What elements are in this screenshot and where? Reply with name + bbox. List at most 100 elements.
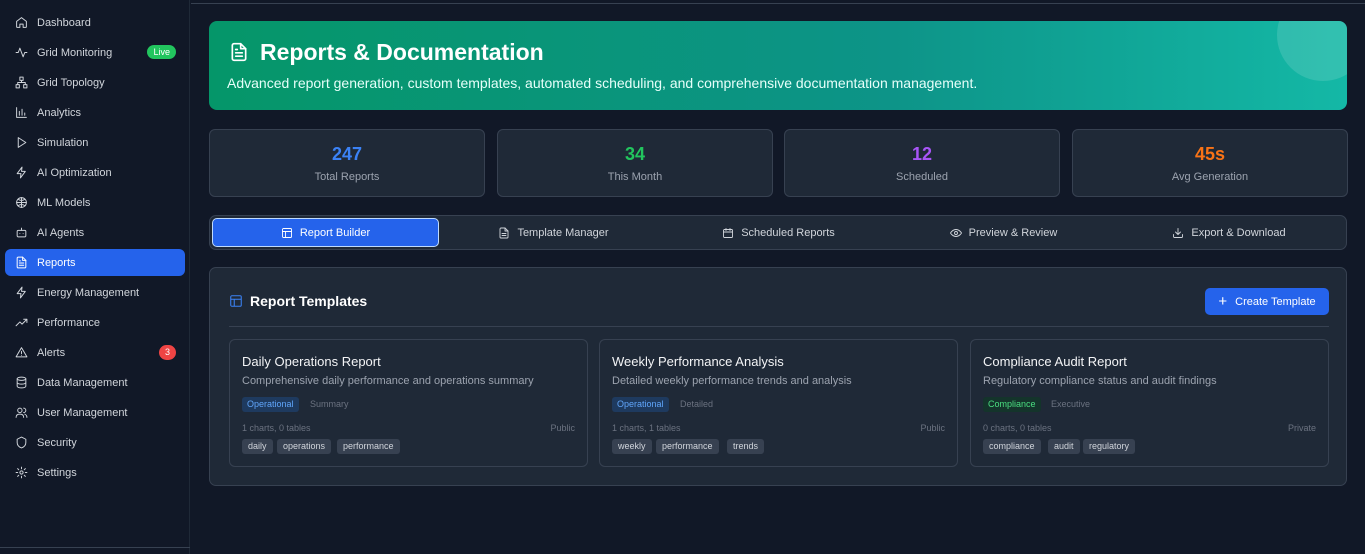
zap-icon [15,286,28,299]
sidebar-item-label: Energy Management [37,286,140,299]
tab-label: Template Manager [517,226,609,239]
template-description: Detailed weekly performance trends and a… [612,375,852,387]
tab-bar: Report Builder Template Manager Schedule… [209,215,1347,250]
tag: weekly [612,439,652,454]
brain-icon [15,196,28,209]
sidebar-divider [0,547,190,548]
file-text-icon [229,41,249,63]
sidebar-item-simulation[interactable]: Simulation [5,129,185,156]
stat-label: Total Reports [314,171,380,183]
stat-label: Avg Generation [1171,171,1249,183]
sidebar-item-ml-models[interactable]: ML Models [5,189,185,216]
sidebar: Dashboard Grid Monitoring Live Grid Topo… [0,0,190,554]
sidebar-item-ai-agents[interactable]: AI Agents [5,219,185,246]
stat-card-this-month: 34 This Month [497,129,773,197]
play-icon [15,136,28,149]
sidebar-item-performance[interactable]: Performance [5,309,185,336]
template-card-daily-operations[interactable]: Daily Operations Report Comprehensive da… [229,339,588,467]
tab-report-builder[interactable]: Report Builder [212,218,439,247]
file-text-icon [15,256,28,269]
sidebar-item-label: AI Optimization [37,166,112,179]
visibility-label: Public [920,423,945,433]
create-template-button[interactable]: + Create Template [1205,288,1329,315]
activity-icon [15,46,28,59]
sidebar-item-label: Alerts [37,346,66,359]
network-icon [15,76,28,89]
sidebar-item-analytics[interactable]: Analytics [5,99,185,126]
sidebar-item-label: Data Management [37,376,128,389]
panel-divider [229,326,1329,327]
template-description: Comprehensive daily performance and oper… [242,375,534,387]
tag: performance [337,439,400,454]
sidebar-item-security[interactable]: Security [5,429,185,456]
tag: operations [277,439,332,454]
template-card-compliance-audit[interactable]: Compliance Audit Report Regulatory compl… [970,339,1329,467]
visibility-label: Public [550,423,575,433]
home-icon [15,16,28,29]
template-meta: 0 charts, 0 tables [983,423,1052,433]
layout-icon [281,227,293,239]
file-text-icon [498,227,510,239]
category-badge: Operational [242,397,299,412]
sidebar-item-label: Reports [37,256,76,269]
plus-icon: + [1218,293,1228,310]
live-badge: Live [147,45,176,59]
tab-label: Report Builder [299,226,371,239]
sidebar-item-grid-topology[interactable]: Grid Topology [5,69,185,96]
sidebar-item-user-management[interactable]: User Management [5,399,185,426]
tab-template-manager[interactable]: Template Manager [441,218,666,247]
tag: compliance [983,439,1041,454]
tag: audit [1048,439,1080,454]
template-meta: 1 charts, 0 tables [242,423,311,433]
sidebar-item-settings[interactable]: Settings [5,459,185,486]
tag: daily [242,439,273,454]
sidebar-item-label: Simulation [37,136,89,149]
tag: regulatory [1083,439,1136,454]
stat-card-total-reports: 247 Total Reports [209,129,485,197]
stat-value: 45s [1194,144,1226,164]
create-template-label: Create Template [1235,295,1316,308]
level-label: Summary [310,399,349,409]
sidebar-item-label: AI Agents [37,226,85,239]
tab-export-download[interactable]: Export & Download [1116,218,1342,247]
page-subtitle: Advanced report generation, custom templ… [227,75,978,91]
bot-icon [15,226,28,239]
tag: performance [656,439,719,454]
tab-scheduled-reports[interactable]: Scheduled Reports [666,218,891,247]
calendar-icon [722,227,734,239]
sidebar-item-alerts[interactable]: Alerts 3 [5,339,185,366]
sidebar-item-label: Analytics [37,106,82,119]
sidebar-item-dashboard[interactable]: Dashboard [5,9,185,36]
shield-icon [15,436,28,449]
download-icon [1172,227,1184,239]
sidebar-item-label: Security [37,436,77,449]
sidebar-item-label: Grid Topology [37,76,105,89]
sidebar-item-label: Grid Monitoring [37,46,113,59]
stat-value: 247 [331,144,363,164]
sidebar-item-reports[interactable]: Reports [5,249,185,276]
stat-value: 12 [911,144,933,164]
template-title: Weekly Performance Analysis [612,354,784,369]
page-header-banner: Reports & Documentation Advanced report … [209,21,1347,110]
category-badge: Operational [612,397,669,412]
stat-card-avg-generation: 45s Avg Generation [1072,129,1348,197]
template-card-weekly-performance[interactable]: Weekly Performance Analysis Detailed wee… [599,339,958,467]
sidebar-item-grid-monitoring[interactable]: Grid Monitoring Live [5,39,185,66]
sidebar-item-ai-optimization[interactable]: AI Optimization [5,159,185,186]
eye-icon [949,227,962,239]
decorative-circle [1277,21,1347,81]
tab-preview-review[interactable]: Preview & Review [891,218,1116,247]
level-label: Executive [1051,399,1091,409]
alert-triangle-icon [15,346,28,359]
template-title: Daily Operations Report [242,354,381,369]
tag: trends [727,439,765,454]
stat-label: Scheduled [896,171,948,183]
sidebar-item-data-management[interactable]: Data Management [5,369,185,396]
page-title: Reports & Documentation [260,39,544,65]
trending-up-icon [15,316,28,329]
template-description: Regulatory compliance status and audit f… [983,375,1217,387]
sidebar-item-energy-management[interactable]: Energy Management [5,279,185,306]
users-icon [15,406,28,419]
sidebar-item-label: Dashboard [37,16,91,29]
panel-title: Report Templates [250,293,368,309]
